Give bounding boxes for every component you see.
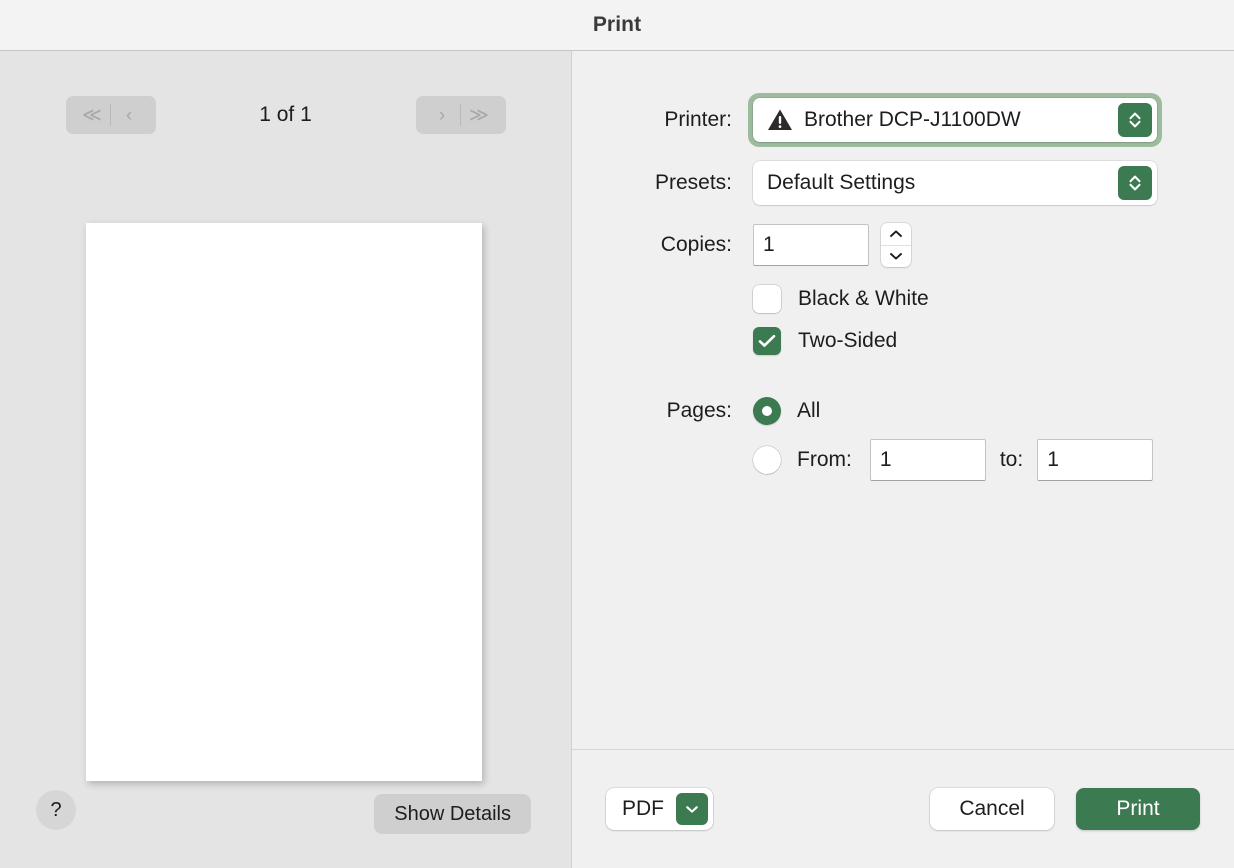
presets-control: Default Settings bbox=[748, 161, 1234, 205]
page-nav-back-group[interactable]: ≪ ‹ bbox=[65, 96, 156, 134]
print-button[interactable]: Print bbox=[1076, 788, 1200, 830]
two-sided-checkbox[interactable] bbox=[753, 327, 781, 355]
show-details-button[interactable]: Show Details bbox=[374, 794, 531, 834]
print-dialog: Print ≪ ‹ 1 of 1 › ≫ ? Show Details Prin… bbox=[0, 0, 1234, 868]
settings-form: Printer: Brother DCP-J1100DW Presets: De… bbox=[572, 51, 1234, 749]
warning-triangle-icon bbox=[767, 108, 793, 132]
radio-dot bbox=[762, 406, 772, 416]
two-sided-label: Two-Sided bbox=[798, 329, 898, 352]
help-button[interactable]: ? bbox=[36, 790, 76, 830]
copies-stepper-down-icon[interactable] bbox=[881, 246, 911, 268]
printer-row: Printer: Brother DCP-J1100DW bbox=[572, 93, 1234, 147]
page-preview bbox=[86, 223, 482, 781]
pages-range-row: From: to: bbox=[572, 439, 1234, 481]
last-page-button[interactable]: ≫ bbox=[461, 96, 497, 134]
presets-popup-button[interactable]: Default Settings bbox=[753, 161, 1157, 205]
pdf-label: PDF bbox=[622, 797, 664, 820]
pages-range-radio[interactable] bbox=[753, 446, 781, 474]
printer-control: Brother DCP-J1100DW bbox=[748, 93, 1234, 147]
dialog-body: ≪ ‹ 1 of 1 › ≫ ? Show Details Printer: B… bbox=[0, 51, 1234, 868]
copies-stepper-up-icon[interactable] bbox=[881, 223, 911, 246]
pages-from-label: From: bbox=[797, 448, 852, 471]
dialog-action-bar: PDF Cancel Print bbox=[572, 749, 1234, 868]
presets-value: Default Settings bbox=[767, 171, 916, 194]
previous-page-button[interactable]: ‹ bbox=[111, 96, 147, 134]
copies-input[interactable] bbox=[753, 224, 869, 266]
pages-to-label: to: bbox=[999, 448, 1024, 471]
first-page-button[interactable]: ≪ bbox=[74, 96, 110, 134]
pages-all-radio[interactable] bbox=[753, 397, 781, 425]
printer-popup-arrows-icon[interactable] bbox=[1118, 103, 1152, 137]
pages-range-control: From: to: bbox=[748, 439, 1234, 481]
pages-from-input[interactable] bbox=[869, 439, 986, 481]
black-and-white-label: Black & White bbox=[798, 287, 929, 310]
page-nav-forward-group[interactable]: › ≫ bbox=[415, 96, 506, 134]
copies-label: Copies: bbox=[660, 233, 732, 256]
dialog-title: Print bbox=[592, 13, 642, 36]
copies-control bbox=[748, 223, 1234, 267]
black-and-white-checkbox[interactable] bbox=[753, 285, 781, 313]
presets-popup-arrows-icon[interactable] bbox=[1118, 166, 1152, 200]
copies-row: Copies: bbox=[572, 223, 1234, 267]
pages-to-input[interactable] bbox=[1037, 439, 1154, 481]
preview-pane: ≪ ‹ 1 of 1 › ≫ ? Show Details bbox=[0, 51, 572, 868]
page-counter: 1 of 1 bbox=[259, 103, 312, 126]
two-sided-row[interactable]: Two-Sided bbox=[572, 327, 1234, 355]
page-navigation: ≪ ‹ 1 of 1 › ≫ bbox=[0, 93, 571, 137]
next-page-button[interactable]: › bbox=[424, 96, 460, 134]
settings-pane: Printer: Brother DCP-J1100DW Presets: De… bbox=[572, 51, 1234, 868]
black-and-white-row[interactable]: Black & White bbox=[572, 285, 1234, 313]
pages-all-control[interactable]: All bbox=[748, 397, 1234, 425]
dialog-titlebar: Print bbox=[0, 0, 1234, 51]
printer-label: Printer: bbox=[664, 108, 732, 131]
cancel-button[interactable]: Cancel bbox=[930, 788, 1054, 830]
pages-all-option[interactable]: All bbox=[753, 397, 838, 425]
printer-popup-button[interactable]: Brother DCP-J1100DW bbox=[753, 98, 1157, 142]
presets-label: Presets: bbox=[654, 171, 732, 194]
copies-stepper[interactable] bbox=[881, 223, 911, 267]
page-preview-container bbox=[86, 223, 482, 781]
chevron-down-icon[interactable] bbox=[676, 793, 708, 825]
pages-all-row: Pages: All bbox=[572, 397, 1234, 425]
pages-label: Pages: bbox=[666, 399, 732, 422]
preview-footer: ? Show Details bbox=[0, 749, 571, 868]
pdf-popup-button[interactable]: PDF bbox=[606, 788, 713, 830]
pages-all-label: All bbox=[797, 399, 821, 422]
presets-row: Presets: Default Settings bbox=[572, 161, 1234, 205]
printer-value: Brother DCP-J1100DW bbox=[804, 108, 1021, 131]
printer-focus-ring: Brother DCP-J1100DW bbox=[748, 93, 1162, 147]
